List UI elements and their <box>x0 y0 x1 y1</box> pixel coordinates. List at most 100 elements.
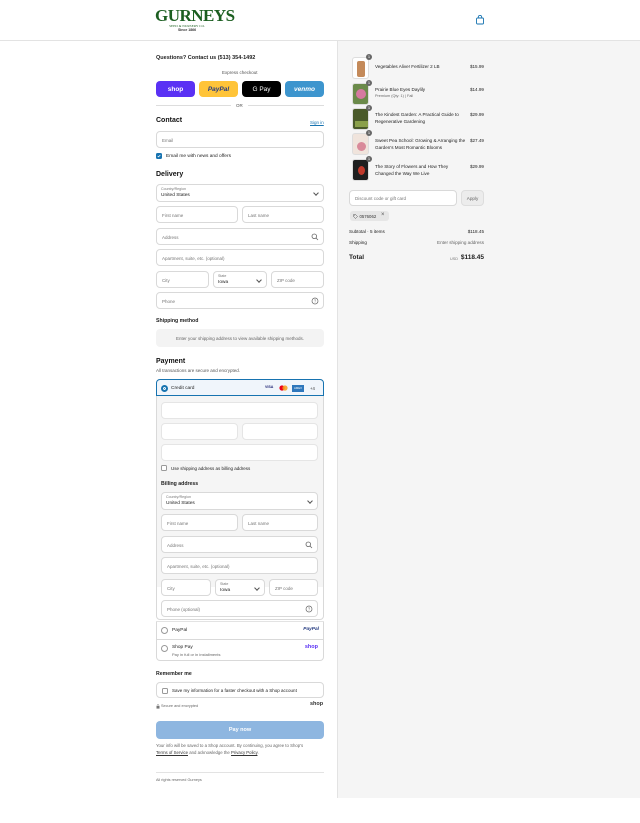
chevron-down-icon <box>254 585 260 591</box>
product-thumbnail <box>352 108 369 130</box>
card-number-field[interactable] <box>161 402 318 419</box>
product-price: $27.49 <box>469 138 484 143</box>
product-variant: Premium (Qty: 1) | Fall <box>375 94 414 98</box>
product-price: $15.99 <box>469 64 484 69</box>
shopping-bag-icon[interactable] <box>475 15 485 25</box>
apartment-field[interactable]: Apartment, suite, etc. (optional) <box>156 249 324 266</box>
use-shipping-checkbox[interactable] <box>161 465 167 471</box>
city-field[interactable]: City <box>156 271 209 288</box>
checkmark-icon <box>157 154 161 157</box>
shop-pay-label: Shop Pay <box>172 645 193 650</box>
billing-phone-field[interactable]: Phone (optional) ? <box>161 600 318 617</box>
billing-address-field[interactable]: Address <box>161 536 318 553</box>
cart-item: 1 Vegetables Alive! Fertilizer 2 LB $15.… <box>349 54 484 79</box>
brand-since: Since 1866 <box>177 28 197 32</box>
phone-field[interactable]: Phone ? <box>156 292 324 309</box>
product-name: The Kindest Garden: A Practical Guide to… <box>375 112 459 124</box>
delivery-heading: Delivery <box>156 171 184 178</box>
country-select[interactable]: Country/Region United States <box>156 184 324 202</box>
remember-label: Save my information for a faster checkou… <box>172 688 297 693</box>
quantity-badge: 1 <box>366 156 372 162</box>
paypal-label: PayPal <box>172 628 188 633</box>
address-field[interactable]: Address <box>156 228 324 245</box>
checkout-form: Questions? Contact us (513) 354-1492 Exp… <box>0 41 337 823</box>
paypal-radio[interactable] <box>161 627 168 634</box>
shop-pay-radio[interactable] <box>161 644 168 652</box>
divider <box>248 105 324 106</box>
discount-code: 0576062 <box>359 213 377 219</box>
state-select[interactable]: State Iowa <box>213 271 267 288</box>
venmo-button[interactable]: venmo <box>285 81 324 97</box>
brand-name: GURNEYS <box>155 6 235 25</box>
cart-item: 1 Sweet Pea School: Growing & Arranging … <box>349 130 484 155</box>
shop-pay-option[interactable]: Shop Pay Pay in full or in installments … <box>156 640 324 661</box>
shop-pay-button[interactable]: shop <box>156 81 195 97</box>
pay-now-button[interactable]: Pay now <box>156 721 324 739</box>
billing-zip-field[interactable]: ZIP code <box>269 579 318 596</box>
remember-checkbox[interactable] <box>162 687 168 694</box>
divider <box>156 772 324 773</box>
help-icon[interactable]: ? <box>305 605 313 613</box>
footer-text: All rights reserved Gurneys <box>156 778 202 782</box>
help-icon[interactable]: ? <box>311 297 319 305</box>
total-value: $118.45 <box>460 254 484 261</box>
use-shipping-label: Use shipping address as billing address <box>171 466 251 471</box>
shop-logo: shop <box>310 701 324 707</box>
name-on-card-field[interactable] <box>161 444 318 461</box>
subtotal-label: Subtotal · 5 items <box>349 229 385 234</box>
paypal-option[interactable]: PayPal PayPal <box>156 622 324 640</box>
terms-link[interactable]: Terms of Service <box>156 750 188 755</box>
chevron-down-icon <box>307 498 313 504</box>
contact-heading: Contact <box>156 117 183 124</box>
visa-icon: VISA <box>265 385 274 389</box>
svg-text:?: ? <box>314 299 317 304</box>
security-code-field[interactable] <box>242 423 318 440</box>
credit-card-option[interactable]: Credit card VISA AMEX +4 <box>156 379 324 396</box>
billing-last-name-field[interactable]: Last name <box>242 514 318 531</box>
shipping-method-heading: Shipping method <box>156 318 199 324</box>
google-pay-button[interactable]: G Pay <box>242 81 281 97</box>
amex-icon: AMEX <box>292 384 304 392</box>
lock-icon <box>156 704 160 709</box>
discount-code-input[interactable]: Discount code or gift card <box>349 190 457 206</box>
first-name-field[interactable]: First name <box>156 206 238 223</box>
svg-text:?: ? <box>308 607 311 612</box>
product-price: $29.99 <box>469 112 484 117</box>
sign-in-link[interactable]: Sign in <box>310 120 324 125</box>
cart-item: 1 The Kindest Garden: A Practical Guide … <box>349 105 484 130</box>
product-thumbnail <box>352 83 369 105</box>
contact-phone-line: Questions? Contact us (513) 354-1492 <box>156 55 256 61</box>
news-checkbox[interactable] <box>156 152 162 159</box>
last-name-field[interactable]: Last name <box>242 206 324 223</box>
billing-country-select[interactable]: Country/Region United States <box>161 492 318 510</box>
cart-item: 1 Prairie Blue Eyes Daylily Premium (Qty… <box>349 80 484 105</box>
credit-card-radio[interactable] <box>161 385 168 392</box>
shipping-method-message: Enter your shipping address to view avai… <box>156 329 324 347</box>
billing-state-select[interactable]: State Iowa <box>215 579 265 596</box>
shipping-value: Enter shipping address <box>437 240 484 245</box>
mastercard-icon <box>279 385 288 391</box>
zip-field[interactable]: ZIP code <box>271 271 324 288</box>
billing-city-field[interactable]: City <box>161 579 211 596</box>
billing-first-name-field[interactable]: First name <box>161 514 238 531</box>
remember-option[interactable]: Save my information for a faster checkou… <box>156 682 324 698</box>
subtotal-value: $118.45 <box>467 229 484 234</box>
paypal-button[interactable]: PayPal <box>199 81 238 97</box>
gurneys-logo[interactable]: GURNEYS SEED & NURSERY CO. Since 1866 <box>155 6 235 35</box>
billing-apartment-field[interactable]: Apartment, suite, etc. (optional) <box>161 557 318 574</box>
product-name: The Story of Flowers and How They Change… <box>375 164 449 176</box>
quantity-badge: 1 <box>366 80 372 86</box>
apply-button[interactable]: Apply <box>461 190 484 206</box>
product-thumbnail <box>352 133 369 155</box>
email-field[interactable]: Email <box>156 131 324 148</box>
chevron-down-icon <box>313 190 319 196</box>
remove-discount-icon[interactable]: × <box>381 212 385 218</box>
privacy-link[interactable]: Privacy Policy <box>231 750 257 755</box>
product-name: Sweet Pea School: Growing & Arranging th… <box>375 138 466 150</box>
payment-heading: Payment <box>156 358 186 365</box>
remember-heading: Remember me <box>156 671 192 677</box>
expiration-field[interactable] <box>161 423 238 440</box>
product-thumbnail <box>352 159 369 181</box>
billing-heading: Billing address <box>161 481 199 487</box>
quantity-badge: 1 <box>366 130 372 136</box>
